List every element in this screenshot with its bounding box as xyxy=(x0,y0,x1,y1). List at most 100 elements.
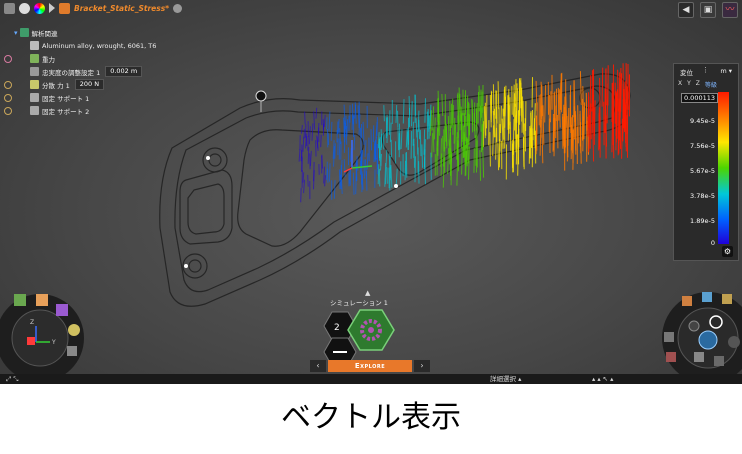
tool-wheel[interactable] xyxy=(650,286,742,381)
vector-arrow xyxy=(514,79,517,107)
vector-arrow xyxy=(326,161,328,180)
explode-icon[interactable] xyxy=(728,336,740,348)
legend-title[interactable]: 変位 xyxy=(680,67,693,77)
more-icon[interactable]: ⋮ xyxy=(702,66,709,74)
vector-arrow xyxy=(415,118,418,138)
vector-arrow xyxy=(307,174,309,187)
vector-arrow xyxy=(330,121,333,141)
vector-arrow xyxy=(500,105,502,134)
vector-arrow xyxy=(606,83,609,124)
vector-arrow xyxy=(375,122,378,139)
vector-arrow xyxy=(353,134,356,151)
material-cube-icon[interactable] xyxy=(682,296,692,306)
vector-arrow xyxy=(386,117,389,144)
cube-icon[interactable] xyxy=(14,294,26,306)
explore-mode-button[interactable]: Explore xyxy=(328,360,412,372)
legend-unit-text: m xyxy=(720,67,727,75)
displacement-legend: 変位 ⋮ m ▾ X Y Z 等級 0.000113 9.45e-5 7.56e… xyxy=(673,63,739,261)
vector-arrow xyxy=(302,172,305,183)
vector-arrow xyxy=(442,135,444,167)
legend-axis-magnitude[interactable]: 等級 xyxy=(705,80,717,89)
3d-viewport[interactable]: Bracket_Static_Stress* ◀ ▣ 〰 ▾ 解析関連 Alum… xyxy=(0,0,742,384)
mode-bar: ‹ Explore › xyxy=(310,360,430,372)
vector-arrow xyxy=(320,134,322,148)
vector-arrow xyxy=(424,98,426,123)
legend-unit[interactable]: m ▾ xyxy=(720,67,732,75)
vector-arrow xyxy=(315,107,318,119)
grid-icon[interactable] xyxy=(67,346,77,356)
vector-arrow xyxy=(317,122,320,135)
vector-arrow xyxy=(503,89,505,117)
vector-arrow xyxy=(300,187,302,203)
vector-arrow xyxy=(414,156,416,183)
simulation-label[interactable]: シミュレーション 1 xyxy=(330,297,388,307)
vector-arrow xyxy=(364,140,367,158)
vector-arrow xyxy=(329,163,331,182)
vector-arrow xyxy=(334,143,336,159)
legend-axis-y[interactable]: Y xyxy=(687,80,691,89)
status-left-icons[interactable]: ⤢ ⤡ xyxy=(6,374,18,384)
probe-icon[interactable] xyxy=(714,356,724,366)
vector-arrow xyxy=(352,172,355,195)
vector-arrow xyxy=(383,105,385,122)
legend-axis-x[interactable]: X xyxy=(678,80,682,89)
legend-color-bar xyxy=(718,92,729,244)
vector-arrow xyxy=(593,106,595,145)
mode-prev-arrow[interactable]: ‹ xyxy=(310,360,326,372)
vector-arrow xyxy=(323,114,326,128)
vector-arrow xyxy=(302,136,305,152)
load-icon[interactable] xyxy=(722,294,732,304)
section-icon[interactable] xyxy=(664,332,674,342)
box-icon[interactable] xyxy=(56,304,68,316)
vector-arrow xyxy=(482,145,485,178)
vector-arrow xyxy=(467,101,469,126)
vector-arrow xyxy=(338,169,341,190)
vector-arrow xyxy=(360,127,362,151)
vector-arrow xyxy=(413,143,416,168)
svg-text:2: 2 xyxy=(334,323,340,333)
legend-axis-z[interactable]: Z xyxy=(696,80,700,89)
vector-arrow xyxy=(323,166,325,184)
monitor-icon[interactable] xyxy=(694,352,704,362)
vector-arrow xyxy=(418,119,421,140)
slide-caption: ベクトル表示 xyxy=(281,400,461,435)
legend-min-label: 0 xyxy=(710,239,715,247)
status-right-icons[interactable]: ▴ ▴ ↖ ▴ xyxy=(592,374,613,384)
vector-arrow xyxy=(456,132,458,160)
legend-max-label[interactable]: 0.000113 xyxy=(680,93,718,103)
vector-arrow xyxy=(395,168,398,186)
geometry-icon[interactable] xyxy=(702,292,712,302)
hex-controls: 2 xyxy=(323,309,395,367)
vector-arrow xyxy=(577,105,579,144)
measure-icon[interactable] xyxy=(698,330,718,350)
vector-arrow xyxy=(489,132,491,167)
vector-arrow xyxy=(588,114,590,153)
vector-arrow xyxy=(452,104,454,135)
load-point-marker[interactable] xyxy=(255,90,267,102)
vector-arrow xyxy=(473,102,476,132)
vector-arrow xyxy=(301,157,303,172)
caret-up-icon[interactable]: ▲ xyxy=(365,289,370,297)
image-icon[interactable] xyxy=(666,352,676,362)
vector-arrow xyxy=(358,114,361,136)
vector-arrow xyxy=(337,118,340,134)
vector-arrow xyxy=(390,164,393,188)
vector-arrow xyxy=(421,144,423,168)
view-navigation-wheel[interactable]: Z Y xyxy=(0,286,95,381)
vector-arrow xyxy=(601,67,604,107)
vector-arrow xyxy=(333,180,336,199)
detail-select[interactable]: 詳細選択 ▴ xyxy=(490,374,521,384)
home-icon[interactable] xyxy=(36,294,48,306)
play-icon[interactable] xyxy=(688,320,700,332)
vector-arrow xyxy=(567,107,570,146)
mode-next-arrow[interactable]: › xyxy=(414,360,430,372)
vector-arrow xyxy=(566,121,568,162)
vector-arrow xyxy=(440,153,443,177)
render-icon[interactable] xyxy=(68,324,80,336)
legend-settings-icon[interactable]: ⚙ xyxy=(722,246,733,257)
vector-arrow xyxy=(309,150,312,167)
vector-arrow xyxy=(480,91,483,118)
vector-arrow xyxy=(569,94,572,134)
vector-arrow xyxy=(304,111,306,125)
vector-arrow xyxy=(541,132,544,164)
